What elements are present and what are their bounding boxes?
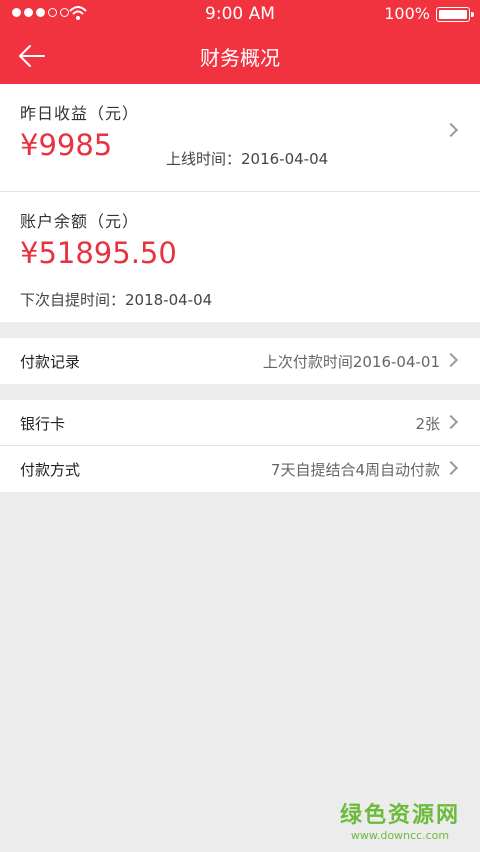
bank-card-value: 2张 [415, 415, 440, 433]
battery-icon [436, 7, 474, 22]
bank-card-row[interactable]: 银行卡 2张 [0, 400, 480, 446]
payment-method-value: 7天自提结合4周自动付款 [270, 461, 440, 479]
yesterday-earnings-card[interactable]: 昨日收益（元） ¥9985 上线时间：2016-04-04 [0, 84, 480, 192]
chevron-right-icon [443, 414, 459, 430]
chevron-right-icon [443, 352, 459, 368]
status-bar: 9:00 AM 100% [0, 0, 480, 28]
watermark: 绿色资源网 www.downcc.com [340, 797, 460, 842]
yesterday-earnings-amount: ¥9985 [20, 128, 113, 162]
page-title: 财务概况 [200, 46, 280, 70]
payment-record-label: 付款记录 [20, 353, 81, 371]
online-time-text: 上线时间：2016-04-04 [166, 150, 329, 168]
chevron-right-icon [443, 460, 459, 476]
account-balance-label: 账户余额（元） [20, 212, 140, 231]
next-withdraw-time-text: 下次自提时间：2018-04-04 [20, 291, 213, 309]
nav-bar: 财务概况 [0, 28, 480, 84]
battery-percentage: 100% [384, 4, 430, 23]
account-balance-card: 账户余额（元） ¥51895.50 下次自提时间：2018-04-04 [0, 192, 480, 322]
watermark-title: 绿色资源网 [339, 803, 460, 828]
payment-record-value: 上次付款时间2016-04-01 [262, 353, 440, 371]
account-balance-amount: ¥51895.50 [20, 236, 177, 270]
yesterday-earnings-label: 昨日收益（元） [20, 104, 140, 123]
watermark-url: www.downcc.com [350, 829, 450, 842]
payment-method-label: 付款方式 [20, 461, 81, 479]
chevron-right-icon [443, 122, 459, 138]
bank-card-label: 银行卡 [20, 415, 66, 433]
payment-record-row[interactable]: 付款记录 上次付款时间2016-04-01 [0, 338, 480, 384]
payment-method-row[interactable]: 付款方式 7天自提结合4周自动付款 [0, 446, 480, 492]
